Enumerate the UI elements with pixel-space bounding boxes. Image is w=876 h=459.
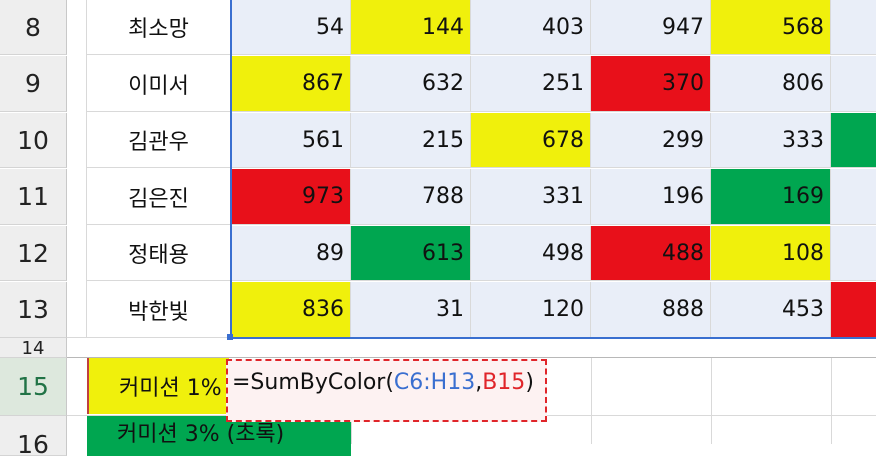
name-cell[interactable]: 이미서	[87, 56, 231, 112]
row-header-16[interactable]: 16	[0, 416, 67, 459]
value-cell[interactable]: 370	[591, 56, 711, 112]
name-cell[interactable]: 김은진	[87, 169, 231, 225]
value-cell[interactable]: 403	[471, 0, 591, 55]
value-cell[interactable]: 888	[591, 282, 711, 338]
commission-green-label-cell[interactable]: 커미션 3% (초록)	[87, 416, 351, 456]
value-cell[interactable]: 678	[471, 113, 591, 168]
value-cell[interactable]: 561	[231, 113, 351, 168]
fill-handle[interactable]	[227, 334, 233, 340]
value-cell[interactable]: 196	[591, 169, 711, 225]
value-cell[interactable]: 299	[591, 113, 711, 168]
value-cell[interactable]: 613	[351, 226, 471, 281]
value-cell[interactable]: 120	[471, 282, 591, 338]
value-cell[interactable]: 331	[471, 169, 591, 225]
value-cell[interactable]: 169	[711, 169, 831, 225]
formula-range-ref: C6:H13	[393, 370, 476, 395]
value-cell[interactable]	[831, 169, 876, 225]
row-header-14[interactable]: 14	[0, 338, 67, 358]
value-cell[interactable]: 836	[231, 282, 351, 338]
formula-color-ref: B15	[482, 370, 526, 395]
value-cell[interactable]: 947	[591, 0, 711, 55]
value-cell[interactable]	[831, 0, 876, 55]
value-cell[interactable]: 973	[231, 169, 351, 225]
name-cell[interactable]: 정태용	[87, 226, 231, 281]
value-cell[interactable]: 867	[231, 56, 351, 112]
row-header-15[interactable]: 15	[0, 358, 67, 416]
name-cell[interactable]: 김관우	[87, 113, 231, 168]
value-cell[interactable]	[831, 282, 876, 338]
formula-text[interactable]: =SumByColor(C6:H13,B15)	[232, 370, 534, 395]
value-cell[interactable]: 568	[711, 0, 831, 55]
value-cell[interactable]: 31	[351, 282, 471, 338]
row-header-12[interactable]: 12	[0, 226, 67, 281]
column-divider	[831, 358, 832, 444]
row-header-13[interactable]: 13	[0, 282, 67, 338]
row-header-10[interactable]: 10	[0, 113, 67, 168]
value-cell[interactable]: 144	[351, 0, 471, 55]
value-cell[interactable]: 488	[591, 226, 711, 281]
row-header-9[interactable]: 9	[0, 56, 67, 112]
row-header-11[interactable]: 11	[0, 169, 67, 225]
value-cell[interactable]: 498	[471, 226, 591, 281]
column-divider	[591, 358, 592, 444]
blank-column[interactable]	[67, 0, 87, 338]
value-cell[interactable]: 333	[711, 113, 831, 168]
value-cell[interactable]: 89	[231, 226, 351, 281]
formula-close-paren: )	[525, 370, 534, 395]
value-cell[interactable]: 251	[471, 56, 591, 112]
column-divider	[711, 358, 712, 444]
value-cell[interactable]: 453	[711, 282, 831, 338]
formula-function: =SumByColor(	[232, 370, 394, 395]
value-cell[interactable]: 632	[351, 56, 471, 112]
row-header-8[interactable]: 8	[0, 0, 67, 55]
value-cell[interactable]	[831, 56, 876, 112]
value-cell[interactable]: 215	[351, 113, 471, 168]
name-cell[interactable]: 최소망	[87, 0, 231, 55]
value-cell[interactable]: 108	[711, 226, 831, 281]
value-cell[interactable]: 788	[351, 169, 471, 225]
name-cell[interactable]: 박한빛	[87, 282, 231, 338]
value-cell[interactable]: 54	[231, 0, 351, 55]
value-cell[interactable]	[831, 113, 876, 168]
value-cell[interactable]	[831, 226, 876, 281]
value-cell[interactable]: 806	[711, 56, 831, 112]
commission-label-cell[interactable]: 커미션 1%	[87, 358, 229, 414]
